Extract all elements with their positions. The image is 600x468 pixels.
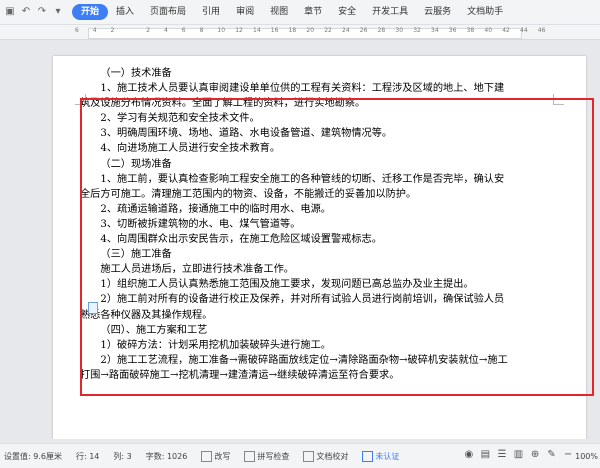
tab-insert[interactable]: 插入	[108, 4, 142, 20]
ruler-tick: 16	[270, 27, 279, 34]
undo-icon[interactable]: ↶	[20, 6, 32, 18]
read-view-icon[interactable]: ▥	[511, 449, 525, 463]
ruler-tick: 46	[537, 27, 546, 34]
tab-developer[interactable]: 开发工具	[364, 4, 416, 20]
paragraph-layout-icon[interactable]	[88, 302, 98, 314]
doc-check-toggle[interactable]: 文档校对	[303, 450, 349, 462]
customize-icon[interactable]: ▾	[52, 6, 64, 18]
tab-home[interactable]: 开始	[72, 4, 109, 20]
ruler-tick: 6	[181, 27, 186, 34]
redo-icon[interactable]: ↷	[36, 6, 48, 18]
tab-references[interactable]: 引用	[194, 4, 228, 20]
ruler-tick: 22	[324, 27, 332, 34]
status-position: 设置值: 9.6厘米	[4, 451, 62, 461]
quick-access: ▣ ↶ ↷ ▾	[0, 6, 64, 18]
ruler-tick: 12	[235, 27, 243, 34]
ruler-tick: 4	[92, 27, 97, 34]
zoom-level[interactable]: 100%	[575, 452, 598, 461]
status-word-count[interactable]: 字数: 1026	[146, 451, 188, 462]
doc-check-icon	[303, 450, 315, 462]
ruler-tick: 6	[75, 27, 79, 34]
ruler-tick: 40	[484, 27, 493, 34]
tab-review[interactable]: 审阅	[228, 4, 262, 20]
ruler-tick: 44	[520, 27, 528, 34]
ruler-tick: 26	[359, 27, 368, 34]
spell-check-toggle[interactable]: 拼写检查	[244, 450, 290, 462]
ruler-tick: 2	[110, 27, 115, 34]
ruler-tick: 28	[377, 27, 386, 34]
ribbon-tabs: 开始 插入 页面布局 引用 审阅 视图 章节 安全 开发工具 云服务 文档助手	[72, 4, 511, 20]
ruler-tick: 34	[431, 27, 439, 34]
spell-check-label: 拼写检查	[257, 451, 290, 461]
section-heading: （一）技术准备	[100, 68, 172, 79]
revision-icon	[201, 450, 213, 462]
page-view-icon[interactable]: ▤	[478, 449, 492, 463]
ruler-tick: 20	[306, 27, 315, 34]
zoom-out-icon[interactable]: −	[561, 449, 575, 463]
tab-cloud[interactable]: 云服务	[416, 4, 459, 20]
eye-icon[interactable]: ◉	[462, 449, 476, 463]
web-view-icon[interactable]: ⊕	[528, 449, 542, 463]
cert-status[interactable]: 未认证	[362, 450, 400, 462]
selection-highlight-box	[80, 98, 594, 396]
status-bar: 设置值: 9.6厘米 行: 14 列: 3 字数: 1026 改写 拼写检查 文…	[0, 443, 600, 468]
tab-doc-assistant[interactable]: 文档助手	[459, 4, 511, 20]
doc-check-label: 文档校对	[316, 451, 349, 461]
ruler-track	[88, 28, 522, 39]
tab-chapter[interactable]: 章节	[296, 4, 330, 20]
outline-view-icon[interactable]: ☰	[495, 449, 509, 463]
ruler-tick: 2	[146, 27, 151, 34]
ruler-tick: 14	[253, 27, 261, 34]
ruler-tick: 10	[217, 27, 226, 34]
ruler-tick: 18	[288, 27, 297, 34]
view-icons: ◉ ▤ ☰ ▥ ⊕ ✎ −	[462, 449, 575, 463]
edit-view-icon[interactable]: ✎	[545, 449, 559, 463]
tab-page-layout[interactable]: 页面布局	[142, 4, 194, 20]
save-icon[interactable]: ▣	[4, 6, 16, 18]
spell-check-icon	[244, 450, 256, 462]
revision-label: 改写	[214, 451, 231, 461]
ruler-tick: 24	[342, 27, 350, 34]
status-line: 行: 14	[75, 451, 100, 461]
tab-security[interactable]: 安全	[330, 4, 364, 20]
status-column: 列: 3	[113, 451, 132, 461]
horizontal-ruler[interactable]: 6 4 2 2 4 6 8 10 12 14 16 18 20 22 24 26 28 30 32 34 36 38 40 4…	[0, 25, 600, 40]
revision-toggle[interactable]: 改写	[201, 450, 231, 462]
ruler-tick: 36	[448, 27, 457, 34]
tab-view[interactable]: 视图	[262, 4, 296, 20]
cert-icon	[362, 450, 374, 462]
ruler-tick: 30	[395, 27, 404, 34]
ribbon-bar: ▣ ↶ ↷ ▾ 开始 插入 页面布局 引用 审阅 视图 章节 安全 开发工具 云…	[0, 0, 600, 25]
ruler-tick: 4	[164, 27, 168, 34]
ruler-tick: 42	[502, 27, 510, 34]
ruler-tick: 8	[199, 27, 204, 34]
ruler-tick: 32	[413, 27, 421, 34]
cert-label: 未认证	[375, 451, 400, 461]
ruler-tick: 38	[466, 27, 475, 34]
